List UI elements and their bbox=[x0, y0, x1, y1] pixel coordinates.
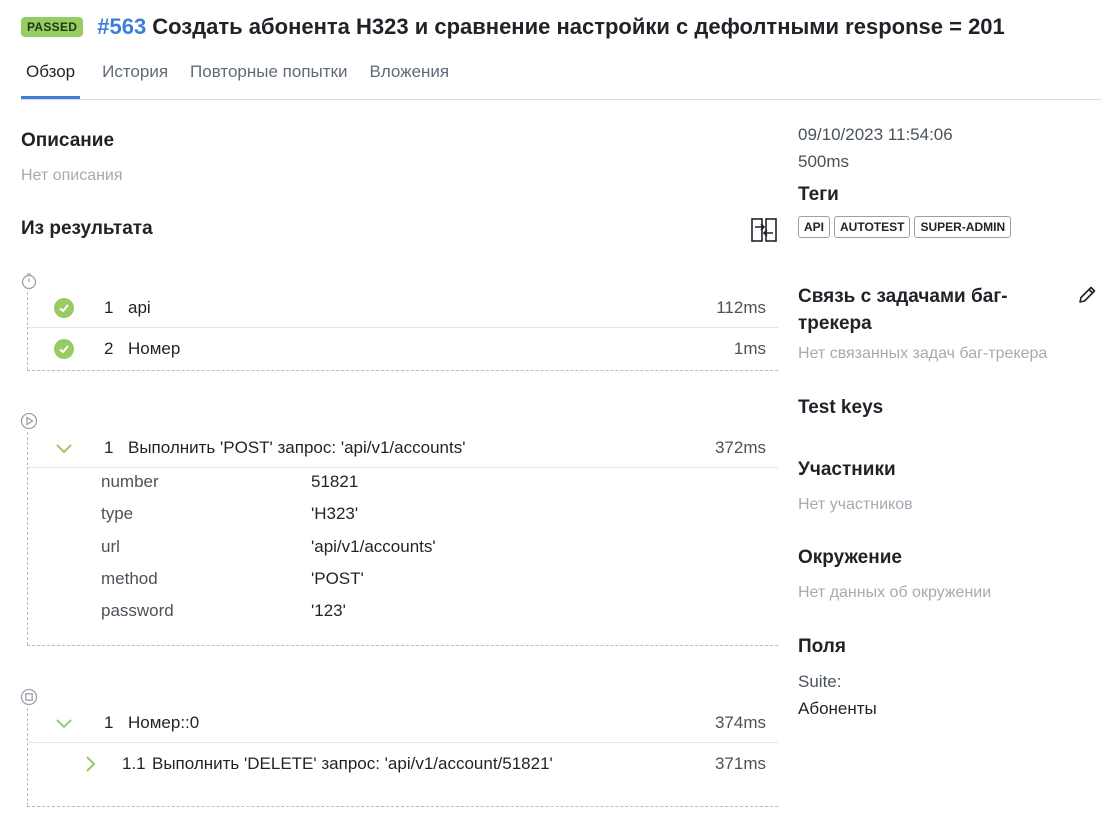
setup-step-row[interactable]: 1 api 112ms bbox=[28, 288, 778, 328]
total-duration: 500ms bbox=[798, 152, 850, 171]
bugtracker-heading-line: трекера bbox=[798, 313, 872, 334]
setup-border-bottom bbox=[27, 370, 778, 371]
step-duration: 1ms bbox=[733, 339, 766, 358]
test-header: PASSED #563 Создать абонента H323 и сравн… bbox=[21, 14, 1005, 40]
compare-icon[interactable] bbox=[751, 218, 777, 242]
environment-empty: Нет данных об окружении bbox=[798, 584, 992, 601]
passed-check-icon bbox=[54, 339, 74, 359]
param-key: method bbox=[101, 569, 158, 588]
teardown-step-row[interactable]: 1 Номер::0 374ms bbox=[28, 703, 778, 743]
fields-heading: Поля bbox=[798, 636, 846, 657]
result-heading: Из результата bbox=[21, 218, 153, 239]
param-value: 'api/v1/accounts' bbox=[311, 537, 436, 556]
description-empty: Нет описания bbox=[21, 167, 123, 184]
bugtracker-heading: Связь с задачами баг- трекера bbox=[798, 283, 1008, 337]
tab-overview[interactable]: Обзор bbox=[21, 58, 81, 99]
chevron-right-icon[interactable] bbox=[80, 754, 100, 774]
step-duration: 112ms bbox=[716, 297, 766, 317]
description-heading: Описание bbox=[21, 130, 115, 151]
passed-check-icon bbox=[54, 297, 74, 318]
step-name: api bbox=[128, 297, 151, 317]
param-key: type bbox=[101, 504, 134, 523]
step-name: Выполнить 'POST' запрос: 'api/v1/account… bbox=[128, 437, 466, 457]
body-step-row[interactable]: 1 Выполнить 'POST' запрос: 'api/v1/accou… bbox=[28, 428, 778, 468]
teardown-border-bottom bbox=[27, 806, 778, 807]
tab-bar: Обзор История Повторные попытки Вложения bbox=[21, 58, 1101, 100]
step-number: 1 bbox=[104, 297, 114, 317]
step-number: 1.1 bbox=[122, 754, 146, 773]
environment-heading: Окружение bbox=[798, 547, 902, 568]
test-title: Создать абонента H323 и сравнение настро… bbox=[152, 14, 1005, 39]
tag[interactable]: API bbox=[798, 216, 831, 238]
teardown-substep-row[interactable]: 1.1 Выполнить 'DELETE' запрос: 'api/v1/a… bbox=[28, 744, 778, 784]
test-id: #563 bbox=[97, 14, 147, 39]
param-value: '123' bbox=[311, 601, 346, 620]
tag[interactable]: AUTOTEST bbox=[834, 216, 911, 238]
tab-attachments[interactable]: Вложения bbox=[369, 58, 449, 99]
step-name: Номер bbox=[128, 339, 181, 358]
step-number: 1 bbox=[104, 437, 114, 457]
tab-history[interactable]: История bbox=[102, 58, 168, 99]
start-datetime: 09/10/2023 11:54:06 bbox=[798, 125, 953, 144]
test-keys-heading: Test keys bbox=[798, 397, 884, 418]
edit-pencil-icon[interactable] bbox=[1076, 284, 1098, 306]
step-number: 1 bbox=[104, 712, 114, 732]
participants-empty: Нет участников bbox=[798, 496, 913, 513]
body-border-bottom bbox=[27, 645, 778, 646]
param-value: 51821 bbox=[311, 472, 359, 491]
chevron-down-icon[interactable] bbox=[54, 713, 74, 733]
param-key: url bbox=[101, 537, 120, 556]
param-value: 'H323' bbox=[311, 504, 359, 523]
param-value: 'POST' bbox=[311, 569, 364, 588]
step-duration: 372ms bbox=[714, 437, 766, 457]
participants-heading: Участники bbox=[798, 459, 896, 480]
setup-step-row[interactable]: 2 Номер 1ms bbox=[28, 329, 778, 369]
bugtracker-empty: Нет связанных задач баг-трекера bbox=[798, 345, 1048, 362]
tags-list: API AUTOTEST SUPER-ADMIN bbox=[798, 216, 1015, 238]
suite-value: Абоненты bbox=[798, 699, 877, 718]
step-name: Выполнить 'DELETE' запрос: 'api/v1/accou… bbox=[152, 754, 553, 773]
suite-label: Suite: bbox=[798, 672, 842, 691]
tags-heading: Теги bbox=[798, 184, 839, 205]
step-duration: 371ms bbox=[714, 754, 766, 773]
step-name: Номер::0 bbox=[128, 712, 200, 732]
tag[interactable]: SUPER-ADMIN bbox=[914, 216, 1012, 238]
status-badge: PASSED bbox=[21, 17, 84, 37]
chevron-down-icon[interactable] bbox=[54, 438, 74, 458]
tab-retries[interactable]: Повторные попытки bbox=[190, 58, 347, 99]
page-title: #563 Создать абонента H323 и сравнение на… bbox=[97, 14, 1005, 40]
param-key: password bbox=[101, 601, 174, 620]
param-key: number bbox=[101, 472, 159, 491]
step-duration: 374ms bbox=[714, 712, 766, 732]
bugtracker-heading-line: Связь с задачами баг- bbox=[798, 286, 1008, 307]
step-number: 2 bbox=[104, 339, 114, 358]
